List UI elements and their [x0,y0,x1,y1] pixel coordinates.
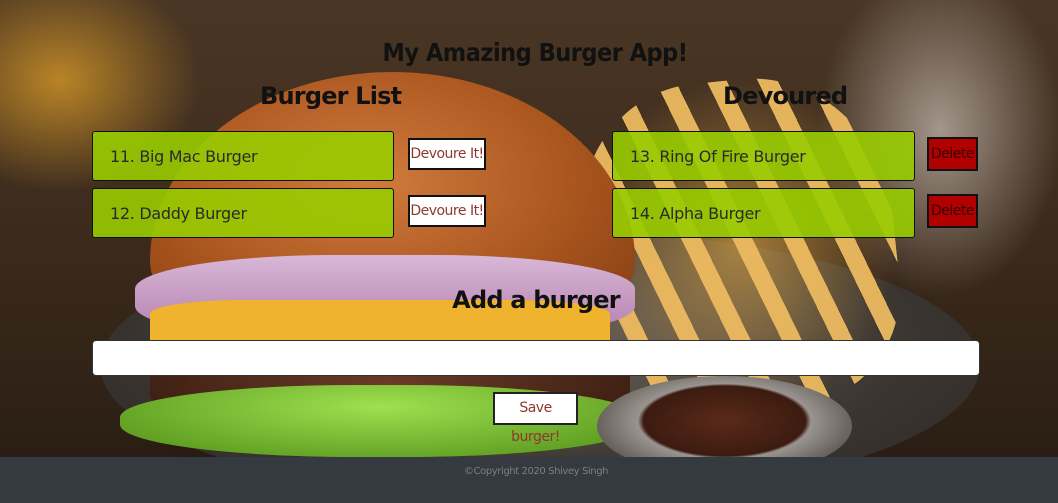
burger-item: 12. Daddy Burger [92,188,394,238]
devour-button[interactable]: Devoure It! [408,138,486,170]
burger-list-title: Burger List [260,82,402,110]
add-burger-title: Add a burger [452,286,620,314]
copyright-text: ©Copyright 2020 Shivey Singh [463,466,609,477]
devour-button[interactable]: Devoure It! [408,195,486,227]
devoured-title: Devoured [723,82,848,110]
save-burger-button[interactable]: Save burger! [493,392,578,445]
burger-name-input[interactable] [92,340,980,376]
footer: ©Copyright 2020 Shivey Singh [0,457,1058,503]
delete-button[interactable]: Delete [927,194,978,228]
delete-button[interactable]: Delete [927,137,978,171]
devoured-item: 14. Alpha Burger [612,188,915,238]
page-title: My Amazing Burger App! [382,38,688,67]
devoured-item: 13. Ring Of Fire Burger [612,131,915,181]
burger-item: 11. Big Mac Burger [92,131,394,181]
